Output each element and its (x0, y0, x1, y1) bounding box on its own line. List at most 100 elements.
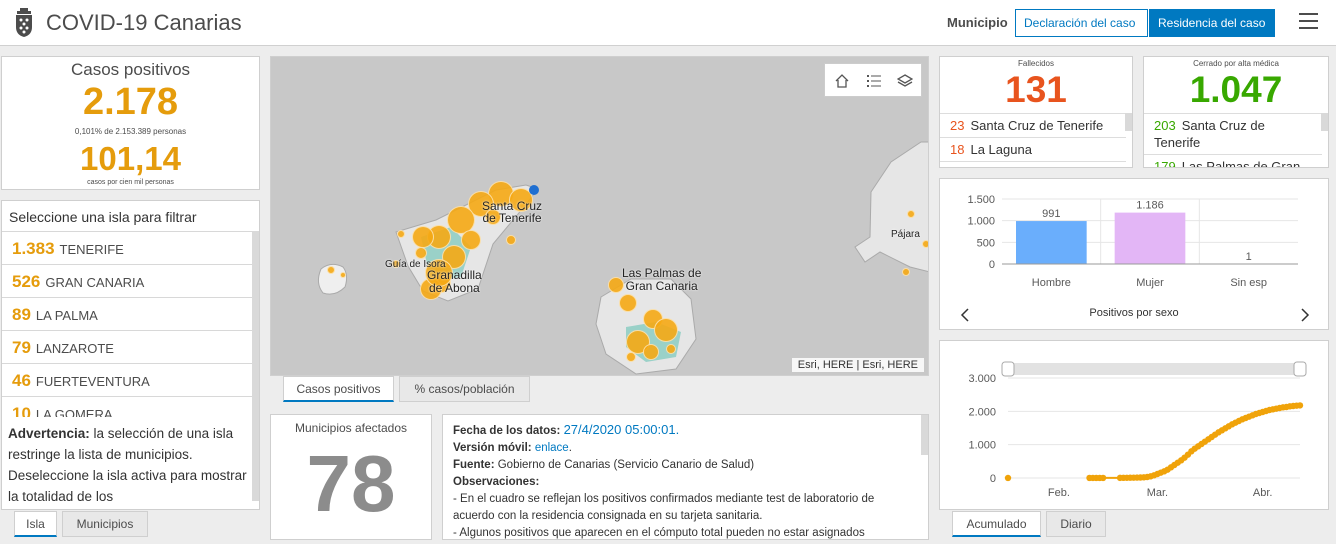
isla-list-item[interactable]: 1.383 TENERIFE (2, 232, 253, 265)
info-content: Fecha de los datos: 27/4/2020 05:00:01. … (453, 421, 915, 539)
fuente-value: Gobierno de Canarias (Servicio Canario d… (497, 459, 755, 471)
canarias-seal-icon (16, 8, 32, 37)
cerrado-scrollbar[interactable] (1321, 113, 1328, 131)
case-bubble[interactable] (327, 266, 335, 274)
cerrado-list-item[interactable]: 203 Santa Cruz de Tenerife (1144, 114, 1322, 155)
cerrado-list-item[interactable]: 179Las Palmas de Gran Canaria (1144, 155, 1322, 168)
version-link[interactable]: enlace (535, 442, 569, 454)
fallecidos-list-item[interactable]: 23 Santa Cruz de Tenerife (940, 114, 1126, 138)
case-bubble[interactable] (922, 240, 928, 248)
case-bubble[interactable] (415, 247, 427, 259)
acumulado-line-chart: 0 1.000 2.000 3.000 Feb. Mar. Abr. (968, 361, 1307, 499)
residencia-button[interactable]: Residencia del caso (1149, 9, 1275, 37)
map-label-las-palmas: Las Palmas de Gran Canaria (622, 266, 702, 293)
islas-list: 1.383 TENERIFE 526 GRAN CANARIA 89 LA PALMA 79… (2, 231, 253, 417)
tab-municipios[interactable]: Municipios (62, 511, 148, 537)
obs-label: Observaciones: (453, 476, 540, 488)
range-slider-handle-right[interactable] (1293, 361, 1307, 377)
version-label: Versión móvil: (453, 442, 532, 454)
case-bubble[interactable] (643, 344, 659, 360)
y-tick-label: 500 (977, 237, 995, 249)
tab-pct-casos-poblacion[interactable]: % casos/población (399, 376, 530, 402)
isla-count: 89 (12, 305, 31, 324)
isla-count: 1.383 (12, 239, 55, 258)
map-panel[interactable]: Santa Cruz de Tenerife Guía de Isora Gran… (270, 56, 929, 376)
case-bubble[interactable] (340, 272, 346, 278)
app-title: COVID-19 Canarias (46, 10, 242, 35)
fuente-label: Fuente: (453, 459, 495, 471)
map-label-santa-cruz: Santa Cruz de Tenerife (482, 199, 543, 225)
isla-list-item[interactable]: 79 LANZAROTE (2, 331, 253, 364)
case-bubble[interactable] (902, 268, 910, 276)
case-bubble[interactable] (626, 352, 636, 362)
fallecidos-row-count: 23 (950, 118, 965, 133)
tab-acumulado[interactable]: Acumulado (952, 511, 1041, 537)
case-bubble-highlight[interactable] (529, 185, 539, 195)
acumulado-point[interactable] (1296, 402, 1304, 409)
bar-value-label: 1 (1246, 251, 1252, 263)
map-attribution: Esri, HERE | Esri, HERE (791, 358, 924, 372)
isla-name: FUERTEVENTURA (35, 374, 150, 389)
bar-value-label: 1.186 (1136, 200, 1164, 212)
case-bubble[interactable] (666, 344, 676, 354)
case-bubble[interactable] (907, 210, 915, 218)
legend-list-icon[interactable] (866, 73, 882, 89)
map-canvas[interactable] (271, 57, 929, 376)
fallecidos-value: 131 (1005, 69, 1067, 110)
islas-scrollbar[interactable] (252, 231, 259, 501)
isla-list-item[interactable]: 89 LA PALMA (2, 298, 253, 331)
case-bubble[interactable] (619, 294, 637, 312)
x-category-label: Sin esp (1230, 277, 1267, 289)
isla-name: TENERIFE (59, 242, 124, 257)
y-tick-label: 1.000 (967, 216, 995, 228)
case-bubble[interactable] (412, 226, 434, 248)
case-bubble[interactable] (397, 230, 405, 238)
islas-title: Seleccione una isla para filtrar (9, 209, 197, 225)
y-tick-label: 3.000 (968, 373, 996, 385)
islas-warning: Advertencia: la selección de una isla re… (8, 423, 248, 507)
tab-diario[interactable]: Diario (1046, 511, 1106, 537)
isla-list-item[interactable]: 526 GRAN CANARIA (2, 265, 253, 298)
y-tick-label: 2.000 (968, 406, 996, 418)
declaracion-button[interactable]: Declaración del caso (1015, 9, 1148, 37)
fecha-label: Fecha de los datos: (453, 425, 561, 437)
acumulado-point[interactable] (1099, 474, 1107, 482)
isla-count: 526 (12, 272, 41, 291)
range-slider-track[interactable] (1008, 363, 1300, 375)
sexo-chart-title: Positivos por sexo (1089, 307, 1179, 319)
fallecidos-title: Fallecidos (1017, 59, 1054, 68)
x-category-label: Mujer (1136, 277, 1164, 289)
casos-positivos-panel: Casos positivos 2.178 0,101% de 2.153.38… (1, 56, 260, 190)
x-category-label: Hombre (1032, 277, 1071, 289)
fallecidos-scrollbar[interactable] (1125, 113, 1132, 131)
hamburger-menu-icon[interactable] (1299, 13, 1318, 29)
tab-casos-positivos[interactable]: Casos positivos (283, 376, 394, 402)
isla-list-item[interactable]: 10 LA GOMERA (2, 397, 253, 417)
fallecidos-panel: Fallecidos 131 23 Santa Cruz de Tenerife 1… (939, 56, 1133, 168)
isla-list-item[interactable]: 46 FUERTEVENTURA (2, 364, 253, 397)
y-tick-label: 0 (989, 259, 995, 271)
cerrado-row-count: 203 (1154, 118, 1176, 133)
tab-isla[interactable]: Isla (14, 511, 57, 537)
range-slider-handle-left[interactable] (1001, 361, 1015, 377)
info-scrollbar[interactable] (921, 415, 928, 455)
fallecidos-list-item[interactable]: 18 La Laguna (940, 138, 1126, 162)
municipios-label: Municipios afectados (294, 421, 408, 435)
case-bubble[interactable] (654, 318, 678, 342)
bar-hombre[interactable] (1016, 221, 1087, 264)
layers-icon[interactable] (897, 73, 913, 89)
acumulado-point[interactable] (1004, 474, 1012, 482)
islas-panel: Seleccione una isla para filtrar 1.383 TE… (1, 200, 260, 510)
case-bubble[interactable] (506, 235, 516, 245)
case-bubble[interactable] (461, 230, 481, 250)
bar-mujer[interactable] (1114, 212, 1186, 264)
fallecidos-list: 23 Santa Cruz de Tenerife 18 La Laguna (940, 113, 1126, 162)
isla-name: LANZAROTE (35, 341, 114, 356)
isla-count: 46 (12, 371, 31, 390)
home-icon[interactable] (834, 73, 850, 89)
casos-rate-label: casos por cien mil personas (87, 179, 174, 186)
municipio-label: Municipio (947, 15, 1008, 30)
map-label-pajara: Pájara (891, 229, 920, 240)
cerrado-row-count: 179 (1154, 159, 1176, 168)
x-tick-label: Abr. (1253, 487, 1273, 499)
